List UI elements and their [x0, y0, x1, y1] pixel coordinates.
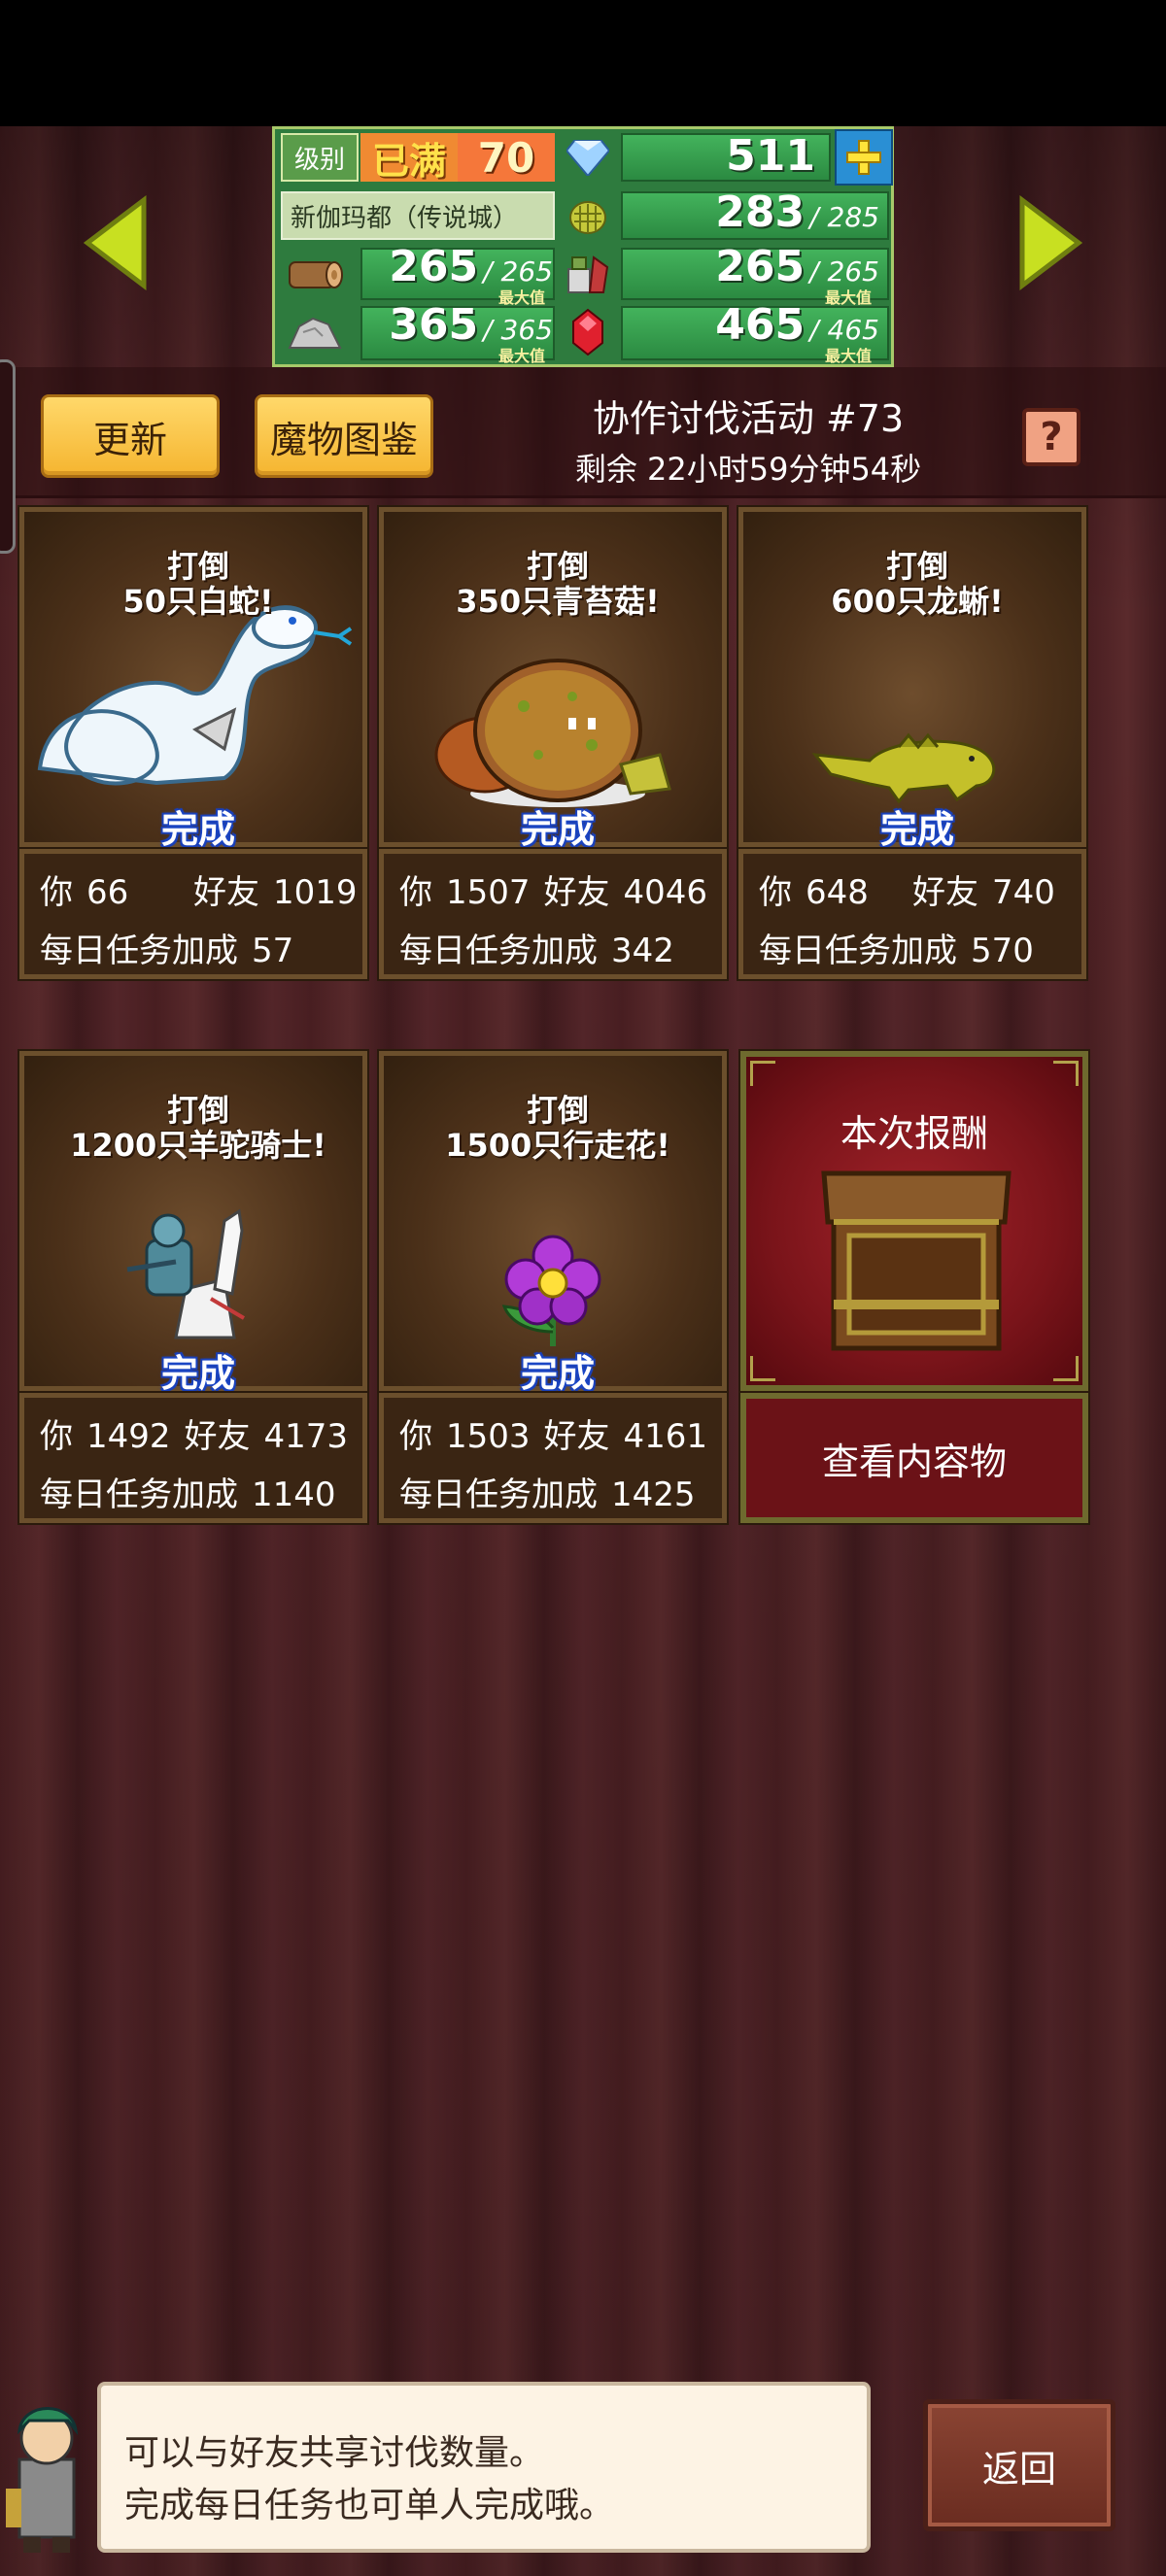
level-value: 70 [477, 133, 535, 182]
walking-flower-sprite [501, 1235, 601, 1346]
daily-bonus-label: 每日任务加成 [399, 1475, 598, 1514]
daily-bonus-value: 342 [611, 932, 674, 970]
stone-max-label: 最大值 [498, 347, 546, 365]
you-label: 你 [399, 873, 432, 912]
daily-bonus-label: 每日任务加成 [399, 932, 598, 970]
reward-panel: 本次报酬 [738, 1049, 1090, 1393]
you-count: 1492 [86, 1417, 171, 1456]
card-title-line2: 600只龙蜥! [831, 583, 1004, 620]
card-title-line2: 1500只行走花! [445, 1127, 670, 1164]
card-complete-label: 完成 [520, 808, 595, 851]
ruby-icon [559, 304, 617, 360]
you-count: 66 [86, 873, 129, 912]
refresh-button[interactable]: 更新 [41, 394, 220, 478]
daily-bonus-label: 每日任务加成 [759, 932, 957, 970]
daily-bonus-value: 1425 [611, 1475, 696, 1514]
ruby-max: 465 [827, 314, 879, 346]
friend-label: 好友 [193, 873, 259, 912]
wood-log-icon [281, 246, 349, 302]
card-complete-label: 完成 [879, 808, 954, 851]
card-title-line1: 打倒 [526, 548, 589, 585]
gem-icon [559, 133, 617, 182]
event-time-remaining: 剩余 22小时59分钟54秒 [574, 451, 922, 488]
daily-bonus-label: 每日任务加成 [40, 932, 238, 970]
bestiary-button[interactable]: 魔物图鉴 [255, 394, 433, 478]
friend-count: 1019 [273, 873, 358, 912]
card-title-line1: 打倒 [166, 1092, 229, 1129]
npc-dialog-box: 可以与好友共享讨伐数量。 完成每日任务也可单人完成哦。 [97, 2382, 871, 2553]
ruby-max-label: 最大值 [825, 347, 873, 365]
you-label: 你 [399, 1417, 432, 1456]
you-count: 1503 [446, 1417, 531, 1456]
card-complete-label: 完成 [520, 1352, 595, 1395]
level-max-badge: 已满 [360, 133, 458, 183]
card-title-line1: 打倒 [885, 548, 948, 585]
wood-value: 265 [389, 242, 479, 291]
food-max: 265 [827, 255, 879, 288]
daily-bonus-label: 每日任务加成 [40, 1475, 238, 1514]
stone-max: 365 [500, 314, 553, 346]
grass-icon [559, 189, 617, 242]
card-title-line1: 打倒 [526, 1092, 589, 1129]
you-label: 你 [40, 1417, 73, 1456]
gem-count: 511 [726, 131, 815, 181]
card-complete-label: 完成 [160, 1352, 235, 1395]
card-title-line2: 1200只羊驼骑士! [70, 1127, 326, 1164]
you-count: 648 [806, 873, 869, 912]
town-stats-panel: 级别 已满 70 511 新伽玛都（传说城） 283 / 285 265 / 2… [272, 126, 894, 367]
dialog-line-1: 可以与好友共享讨伐数量。 [124, 2433, 545, 2473]
view-contents-button[interactable]: 查看内容物 [738, 1391, 1090, 1525]
help-question-icon[interactable]: ? [1022, 408, 1080, 466]
back-button[interactable]: 返回 [923, 2399, 1115, 2531]
moss-mushroom-sprite [434, 659, 671, 807]
daily-bonus-value: 570 [971, 932, 1034, 970]
town-name: 新伽玛都（传说城） [281, 191, 555, 240]
friend-label: 好友 [543, 873, 610, 912]
friend-label: 好友 [912, 873, 978, 912]
stone-value: 365 [389, 300, 479, 350]
card-title-line2: 50只白蛇! [122, 583, 274, 620]
friend-count: 4046 [623, 873, 708, 912]
card-complete-label: 完成 [160, 808, 235, 851]
you-label: 你 [759, 873, 792, 912]
you-label: 你 [40, 873, 73, 912]
card-title-line1: 打倒 [166, 548, 229, 585]
stone-icon [281, 304, 349, 360]
add-gems-plus-icon[interactable] [835, 129, 893, 186]
daily-bonus-value: 1140 [252, 1475, 336, 1514]
friend-label: 好友 [543, 1417, 610, 1456]
friend-count: 4161 [623, 1417, 708, 1456]
dialog-line-2: 完成每日任务也可单人完成哦。 [124, 2486, 615, 2525]
dragon-lizard-sprite [811, 732, 996, 803]
you-count: 1507 [446, 873, 531, 912]
food-icon [559, 246, 617, 302]
side-tab-handle[interactable] [0, 359, 16, 554]
grass-value: 283 [715, 187, 806, 237]
alpaca-knight-sprite [126, 1208, 246, 1339]
wood-max: 265 [500, 255, 553, 288]
next-town-arrow-icon[interactable] [1016, 194, 1084, 291]
npc-guide-avatar [6, 2407, 79, 2553]
grass-max: 285 [827, 201, 879, 233]
friend-count: 4173 [263, 1417, 349, 1456]
reward-title: 本次报酬 [840, 1112, 988, 1155]
treasure-chest-icon [821, 1170, 1012, 1351]
card-title-line2: 350只青苔菇! [456, 583, 660, 620]
event-title: 协作讨伐活动 #73 [592, 397, 905, 440]
prev-town-arrow-icon[interactable] [82, 194, 150, 291]
food-value: 265 [715, 242, 806, 291]
friend-label: 好友 [184, 1417, 251, 1456]
daily-bonus-value: 57 [252, 932, 294, 970]
friend-count: 740 [992, 873, 1055, 912]
level-label: 级别 [281, 133, 359, 182]
ruby-value: 465 [715, 300, 806, 350]
